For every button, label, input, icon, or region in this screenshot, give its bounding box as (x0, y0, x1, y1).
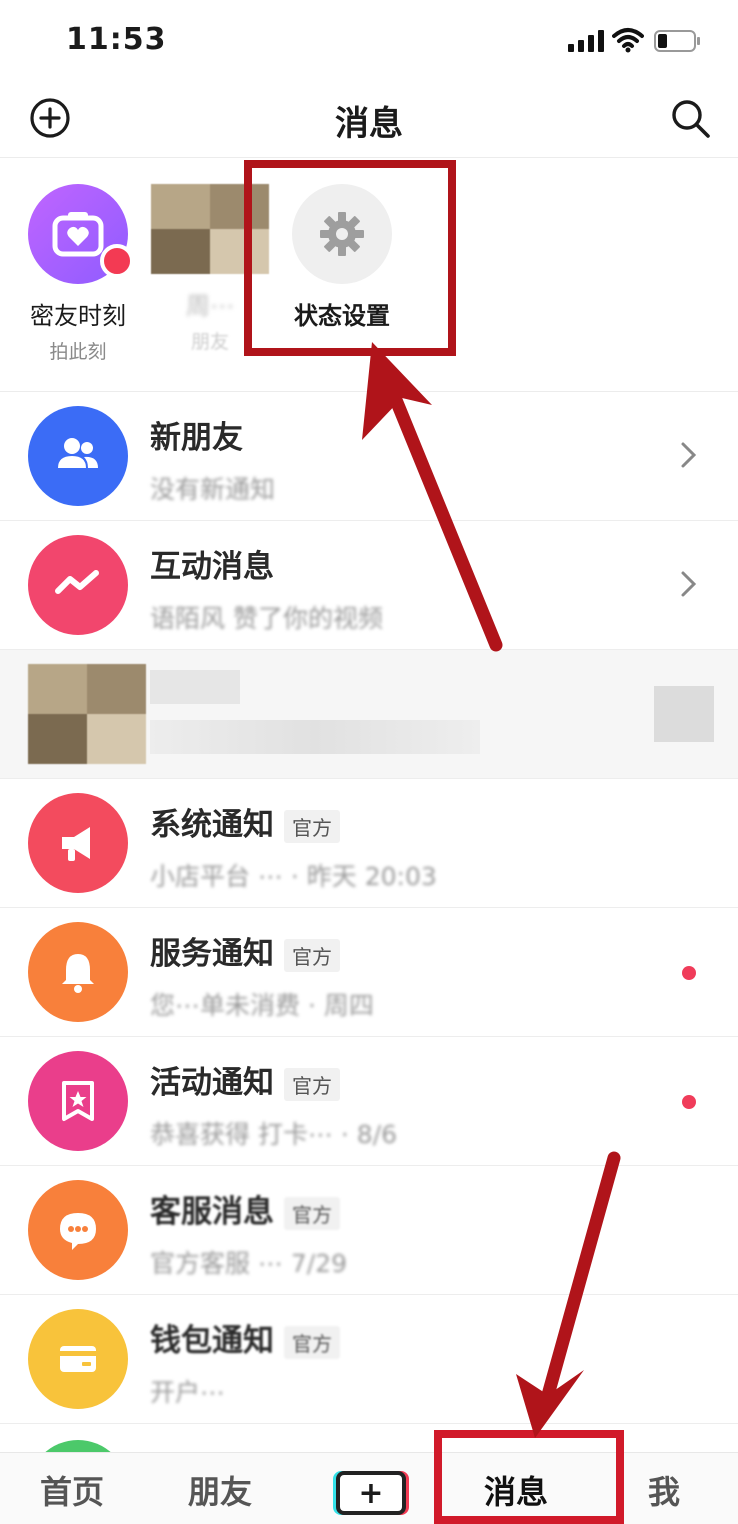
page-title: 消息 (335, 104, 403, 144)
unread-dot (100, 244, 134, 278)
blurred-thumbnail (654, 686, 714, 742)
row-title-text: 系统通知 (150, 807, 274, 843)
row-title-text: 钱包通知 (150, 1323, 274, 1359)
list-item-system-notice[interactable]: 系统通知 官方 小店平台 ⋯ · 昨天 20:03 (0, 779, 738, 908)
chat-bubble-icon (28, 1180, 128, 1280)
row-title: 互动消息 (150, 549, 274, 585)
official-badge: 官方 (284, 1068, 340, 1101)
list-item-customer-service[interactable]: 客服消息 官方 官方客服 ⋯ 7/29 (0, 1166, 738, 1295)
tab-home[interactable]: 首页 (40, 1467, 104, 1513)
row-title: 新朋友 (150, 420, 243, 456)
top-header: 消息 (0, 80, 738, 158)
row-subtitle: 小店平台 ⋯ · 昨天 20:03 (150, 862, 437, 891)
create-button[interactable]: + (336, 1471, 406, 1515)
status-time: 11:53 (66, 22, 167, 57)
official-badge: 官方 (284, 1197, 340, 1230)
story-name: 密友时刻 (30, 302, 126, 330)
chevron-right-icon (681, 442, 697, 468)
row-subtitle: 恭喜获得 打卡⋯ · 8/6 (150, 1120, 398, 1149)
tab-friends[interactable]: 朋友 (188, 1467, 252, 1513)
wifi-icon (612, 28, 644, 53)
tab-me[interactable]: 我 (648, 1467, 680, 1513)
row-title-text: 服务通知 (150, 936, 274, 972)
row-subtitle: 开户⋯ (150, 1378, 226, 1407)
row-subtitle: 没有新通知 (150, 475, 276, 504)
list-item-wallet-notice[interactable]: 钱包通知 官方 开户⋯ (0, 1295, 738, 1424)
battery-icon (654, 30, 700, 52)
story-sub: 拍此刻 (49, 341, 107, 363)
row-title: 钱包通知 官方 (150, 1315, 340, 1360)
list-item-new-friends[interactable]: 新朋友 没有新通知 (0, 392, 738, 521)
search-icon[interactable] (668, 96, 712, 140)
official-badge: 官方 (284, 1326, 340, 1359)
row-subtitle: 官方客服 ⋯ 7/29 (150, 1249, 348, 1278)
blurred-preview (150, 720, 480, 754)
official-badge: 官方 (284, 939, 340, 972)
list-item-private-chat[interactable] (0, 650, 738, 779)
row-subtitle: 您⋯单未消费 · 周四 (150, 991, 374, 1020)
row-title: 系统通知 官方 (150, 799, 340, 844)
row-subtitle: 语陌风 赞了你的视频 (150, 604, 383, 633)
story-avatar (28, 184, 134, 284)
unread-dot (682, 966, 696, 980)
plus-icon: + (358, 1475, 384, 1511)
list-item-activity-notice[interactable]: 活动通知 官方 恭喜获得 打卡⋯ · 8/6 (0, 1037, 738, 1166)
blurred-name (150, 670, 240, 704)
row-title-text: 活动通知 (150, 1065, 274, 1101)
bottom-tab-bar: 首页 朋友 + 消息 我 (0, 1452, 738, 1524)
cellular-signal-icon (568, 30, 604, 52)
row-title: 服务通知 官方 (150, 928, 340, 973)
star-ribbon-icon (28, 1051, 128, 1151)
status-bar: 11:53 (0, 0, 738, 80)
list-item-interactions[interactable]: 互动消息 语陌风 赞了你的视频 (0, 521, 738, 650)
official-badge: 官方 (284, 810, 340, 843)
bell-icon (28, 922, 128, 1022)
row-title: 客服消息 官方 (150, 1186, 340, 1231)
blurred-avatar (28, 664, 146, 764)
list-item-service-notice[interactable]: 服务通知 官方 您⋯单未消费 · 周四 (0, 908, 738, 1037)
wallet-card-icon (28, 1309, 128, 1409)
friends-icon (28, 406, 128, 506)
unread-dot (682, 1095, 696, 1109)
chevron-right-icon (681, 571, 697, 597)
interaction-icon (28, 535, 128, 635)
row-title: 活动通知 官方 (150, 1057, 340, 1102)
message-list: 新朋友 没有新通知 互动消息 语陌风 赞了你的视频 系统通知 官方 小店平台 ⋯… (0, 392, 738, 1524)
annotation-highlight-box (434, 1430, 624, 1524)
story-close-friends-moment[interactable]: 密友时刻 拍此刻 (18, 184, 138, 364)
megaphone-icon (28, 793, 128, 893)
annotation-highlight-box (244, 160, 456, 356)
row-title-text: 客服消息 (150, 1194, 274, 1230)
